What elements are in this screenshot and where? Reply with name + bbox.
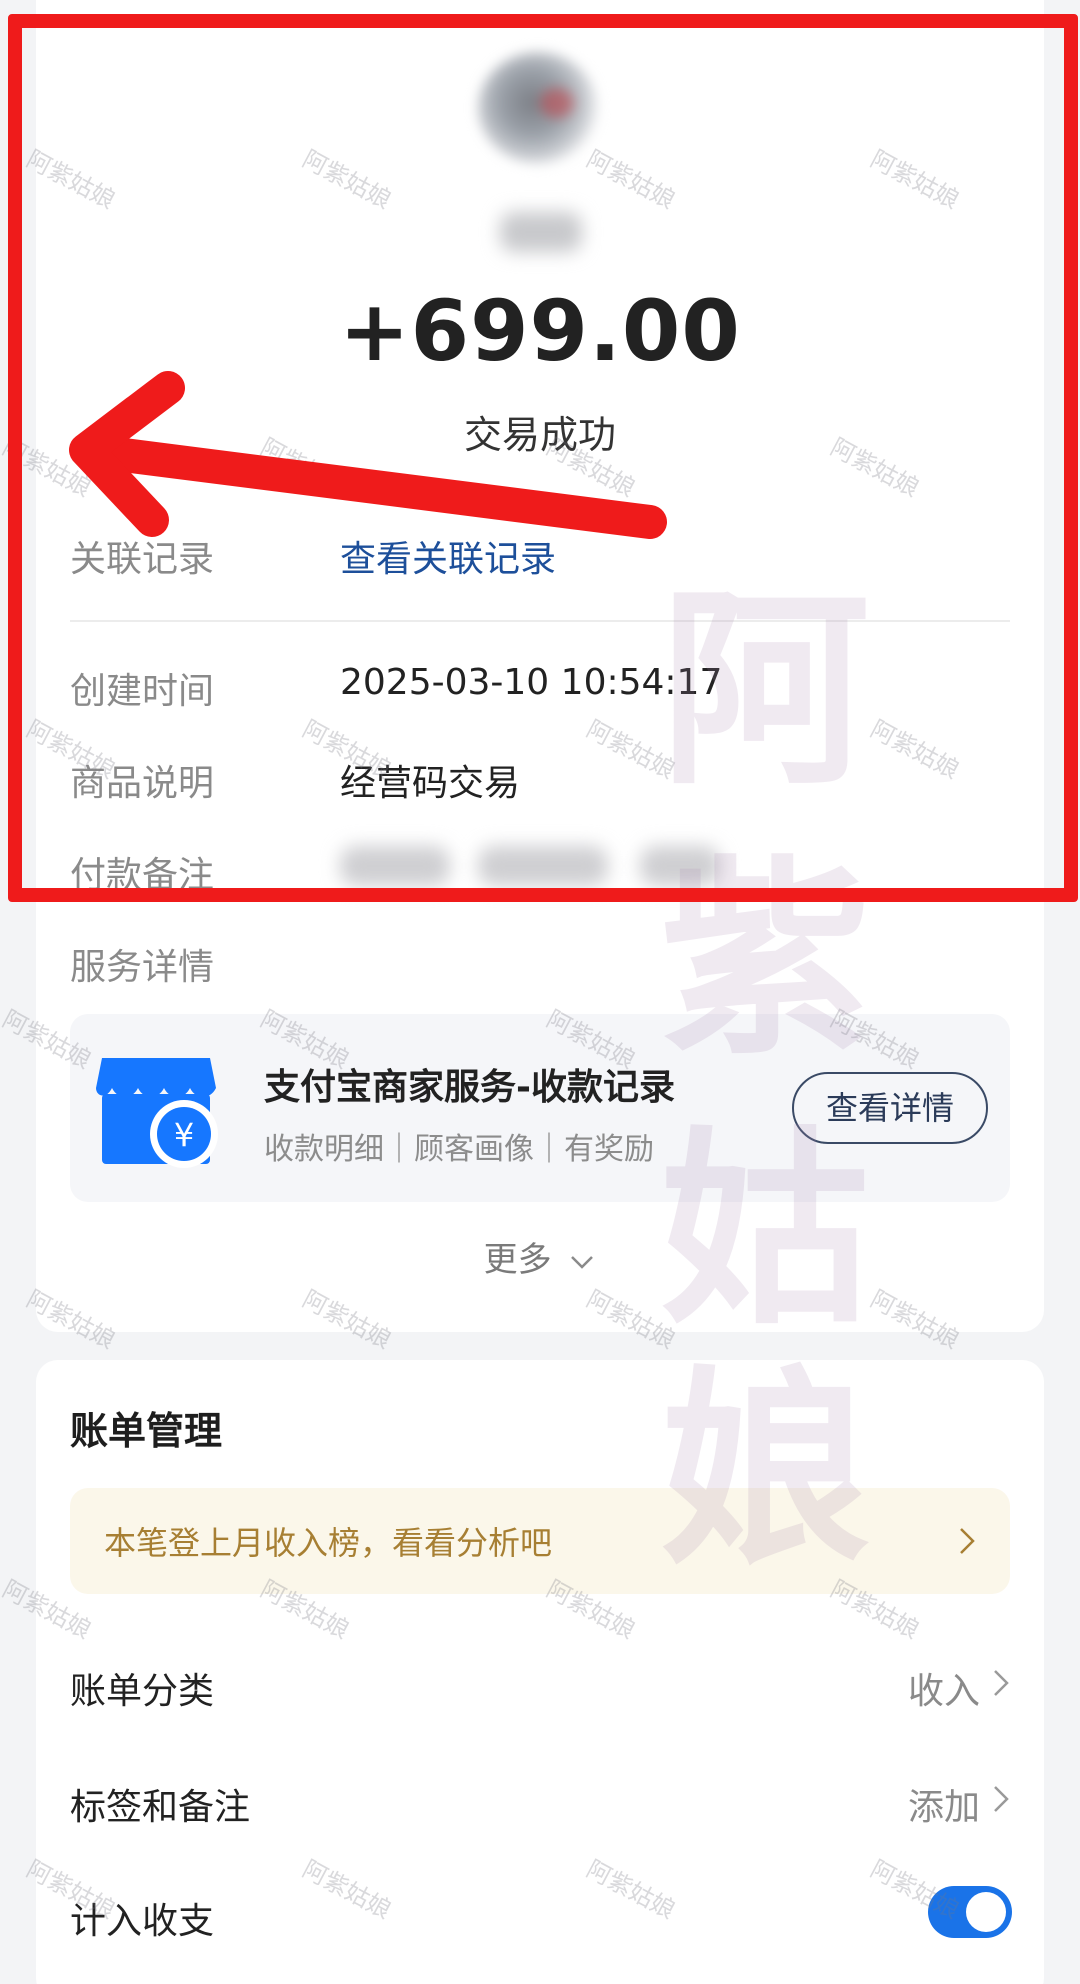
chevron-right-icon <box>960 1528 975 1554</box>
store-yuan-icon: ¥ <box>96 1058 218 1168</box>
divider <box>70 620 1010 622</box>
include-in-budget-label: 计入收支 <box>70 1901 215 1942</box>
chevron-right-icon <box>994 1670 1009 1696</box>
more-toggle[interactable]: 更多 <box>0 1232 1080 1281</box>
transaction-status: 交易成功 <box>463 413 616 457</box>
payment-remark-blurred <box>478 846 608 886</box>
merchant-service-title: 支付宝商家服务-收款记录 <box>264 1067 675 1108</box>
service-details-label: 服务详情 <box>70 947 215 988</box>
chevron-right-icon <box>994 1786 1009 1812</box>
bill-category-label[interactable]: 账单分类 <box>70 1662 214 1714</box>
tags-notes-label[interactable]: 标签和备注 <box>70 1778 250 1830</box>
view-related-record-link[interactable]: 查看关联记录 <box>340 530 556 582</box>
chevron-down-icon <box>571 1255 594 1269</box>
merchant-service-entry[interactable]: ¥ 支付宝商家服务-收款记录 收款明细｜顾客画像｜有奖励 查看详情 <box>70 1014 1010 1202</box>
payer-name-blurred <box>500 212 582 252</box>
payment-remark-blurred <box>640 846 720 886</box>
payment-remark-label: 付款备注 <box>70 855 215 896</box>
banner-text: 本笔登上月收入榜，看看分析吧 <box>104 1524 553 1562</box>
more-label: 更多 <box>483 1240 552 1280</box>
goods-description-value: 经营码交易 <box>340 763 521 804</box>
merchant-service-subtitle: 收款明细｜顾客画像｜有奖励 <box>264 1132 654 1167</box>
bill-management-title: 账单管理 <box>70 1409 223 1453</box>
payment-remark-blurred <box>340 846 450 886</box>
related-record-label: 关联记录 <box>70 539 215 580</box>
goods-description-label: 商品说明 <box>70 763 215 804</box>
avatar <box>478 52 598 164</box>
svg-text:¥: ¥ <box>174 1116 194 1154</box>
created-time-label: 创建时间 <box>70 671 215 712</box>
tags-notes-value[interactable]: 添加 <box>908 1778 980 1830</box>
view-details-button[interactable]: 查看详情 <box>792 1072 988 1144</box>
income-ranking-banner[interactable]: 本笔登上月收入榜，看看分析吧 <box>70 1488 1010 1594</box>
created-time-value: 2025-03-10 10:54:17 <box>340 662 723 703</box>
bill-category-value[interactable]: 收入 <box>908 1662 980 1714</box>
amount: +699.00 <box>339 282 741 380</box>
include-in-budget-toggle[interactable] <box>928 1886 1012 1938</box>
